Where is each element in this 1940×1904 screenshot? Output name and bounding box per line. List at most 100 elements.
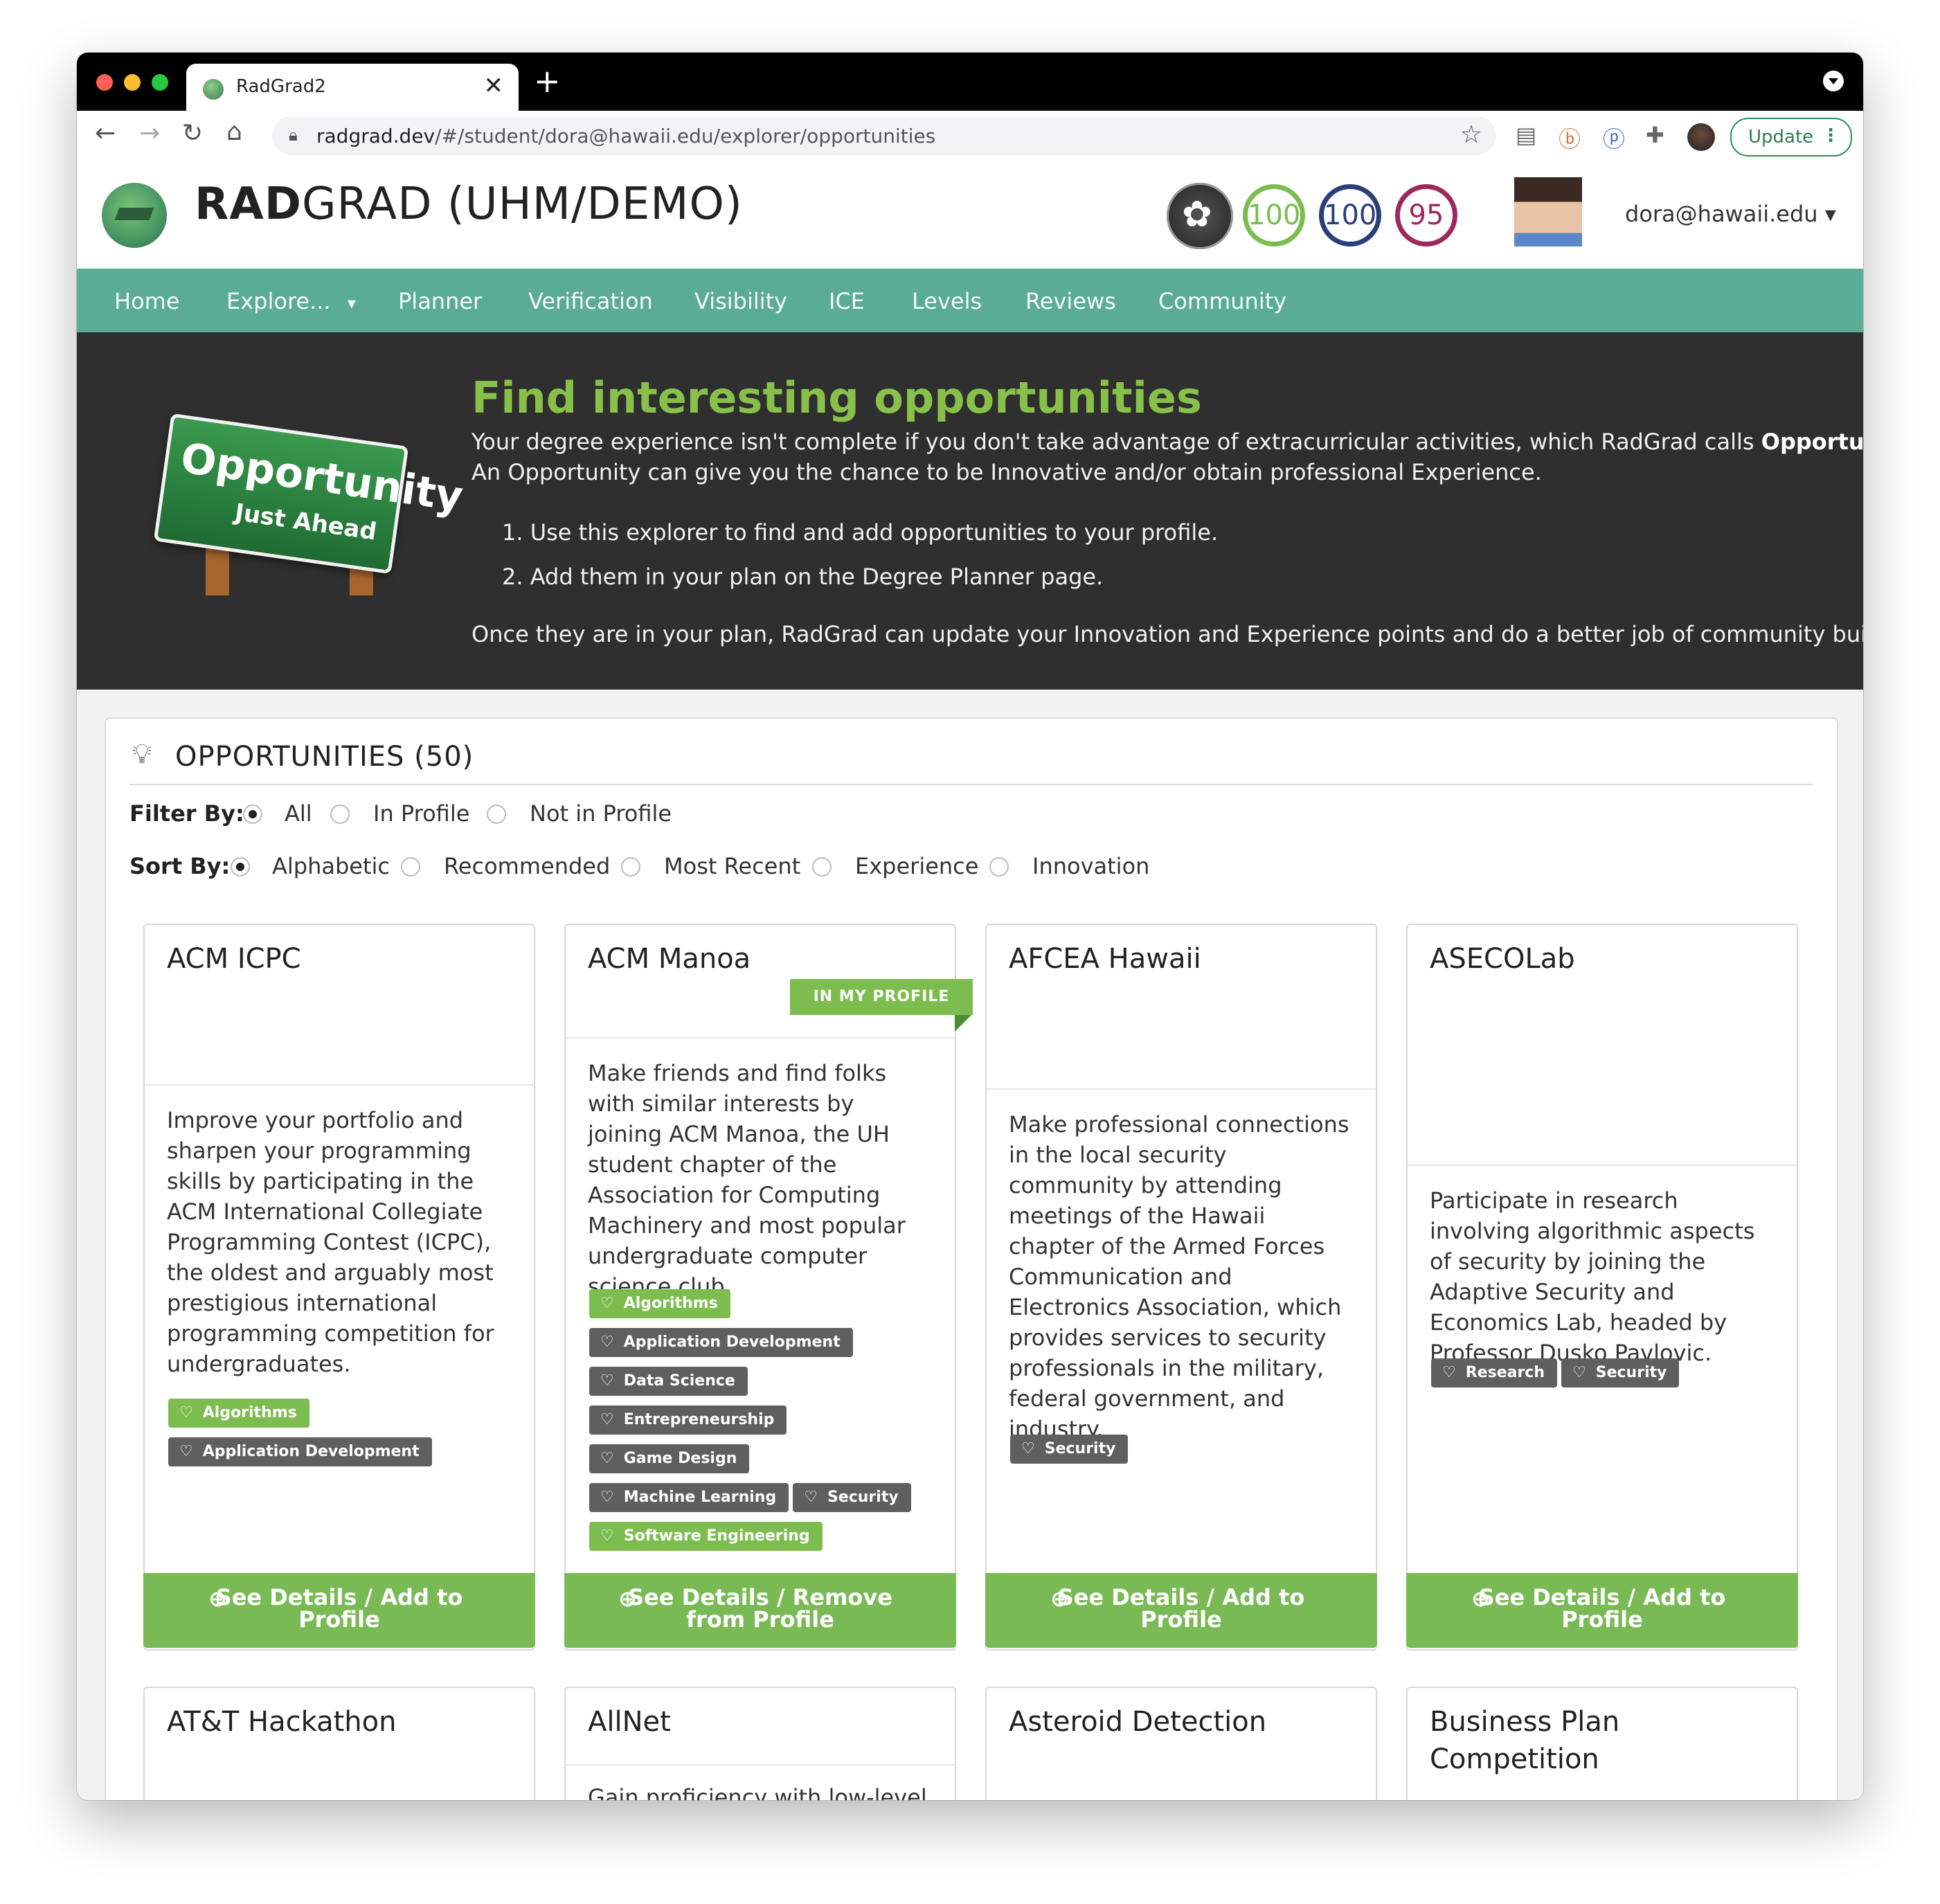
card-tags: ♡ Algorithms ♡ Application Development ♡ Da… <box>589 1289 949 1561</box>
filter-in-profile-label[interactable]: In Profile <box>373 800 469 827</box>
maximize-window-button[interactable] <box>152 74 168 91</box>
interest-tag[interactable]: ♡ Security <box>1010 1435 1129 1464</box>
opportunity-card: Asteroid Detection <box>985 1687 1377 1800</box>
sort-recommended-label[interactable]: Recommended <box>444 853 610 879</box>
filter-all-label[interactable]: All <box>285 800 312 827</box>
sort-label: Sort By: <box>129 853 231 879</box>
user-avatar[interactable] <box>1514 177 1582 246</box>
opportunity-sign-image: Opportunity Just Ahead <box>153 413 466 595</box>
interest-tag[interactable]: ♡ Application Development <box>589 1328 853 1357</box>
heart-icon: ♡ <box>600 1295 614 1312</box>
card-title[interactable]: ACM Manoa <box>588 940 751 978</box>
extension-password-icon[interactable]: ⓟ <box>1603 122 1625 154</box>
card-title[interactable]: AFCEA Hawaii <box>1009 940 1201 978</box>
sort-experience-radio[interactable] <box>812 857 832 877</box>
nav-reviews[interactable]: Reviews <box>1025 288 1116 314</box>
reload-icon[interactable]: ↻ <box>182 119 203 147</box>
sort-experience-label[interactable]: Experience <box>855 853 978 879</box>
nav-levels[interactable]: Levels <box>912 288 982 314</box>
radgrad-logo[interactable] <box>102 183 167 248</box>
card-title[interactable]: Asteroid Detection <box>1009 1703 1266 1741</box>
interest-tag[interactable]: ♡ Game Design <box>589 1444 750 1473</box>
in-my-profile-ribbon: IN MY PROFILE <box>790 979 973 1015</box>
lightbulb-icon: 💡︎ <box>132 738 152 770</box>
heart-icon: ♡ <box>600 1411 614 1428</box>
update-button[interactable]: Update ⋮ <box>1730 118 1852 156</box>
interest-tag[interactable]: ♡ Data Science <box>589 1367 748 1396</box>
card-title[interactable]: Business Plan Competition <box>1430 1703 1734 1778</box>
card-tags: ♡ Research ♡ Security <box>1431 1358 1791 1397</box>
card-title[interactable]: ACM ICPC <box>167 940 301 978</box>
nav-planner[interactable]: Planner <box>398 288 482 314</box>
interest-tag[interactable]: ♡ Security <box>793 1483 911 1512</box>
see-details-add-button[interactable]: ⊕ See Details / Add to Profile <box>143 1573 535 1648</box>
card-tags: ♡ Algorithms ♡ Application Development <box>168 1399 528 1476</box>
new-tab-button[interactable]: + <box>534 62 561 100</box>
sort-alphabetic-label[interactable]: Alphabetic <box>272 853 390 879</box>
see-details-add-button[interactable]: ⊕ See Details / Add to Profile <box>1406 1573 1798 1648</box>
sort-most-recent-radio[interactable] <box>621 857 640 877</box>
see-details-remove-button[interactable]: ⊕ See Details / Remove from Profile <box>564 1573 956 1648</box>
interest-tag[interactable]: ♡ Application Development <box>168 1437 432 1466</box>
interest-tag[interactable]: ♡ Research <box>1431 1358 1558 1387</box>
see-details-add-button[interactable]: ⊕ See Details / Add to Profile <box>985 1573 1377 1648</box>
competency-level-ring[interactable]: 100 <box>1319 184 1381 246</box>
filter-not-in-profile-label[interactable]: Not in Profile <box>530 800 672 827</box>
interest-tag[interactable]: ♡ Entrepreneurship <box>589 1405 787 1435</box>
close-window-button[interactable] <box>96 74 113 91</box>
nav-ice[interactable]: ICE <box>829 288 865 314</box>
ice-badge-icon[interactable]: ✿ <box>1167 183 1233 249</box>
nav-home[interactable]: Home <box>114 288 180 314</box>
hero-step-1: 1. Use this explorer to find and add opp… <box>502 519 1219 546</box>
heart-icon: ♡ <box>804 1489 818 1506</box>
sort-innovation-radio[interactable] <box>989 857 1009 877</box>
heart-icon: ♡ <box>600 1450 614 1467</box>
card-title[interactable]: AllNet <box>588 1703 671 1741</box>
browser-tab[interactable]: RadGrad2 ✕ <box>186 64 519 111</box>
sort-recommended-radio[interactable] <box>401 857 420 877</box>
filter-in-profile-radio[interactable] <box>330 805 350 824</box>
nav-verification[interactable]: Verification <box>528 288 653 314</box>
interest-tag[interactable]: ♡ Security <box>1561 1358 1680 1387</box>
chevron-down-icon: ▾ <box>1824 201 1836 227</box>
interest-tag[interactable]: ♡ Algorithms <box>589 1289 730 1318</box>
panel-header: 💡︎ OPPORTUNITIES (50) <box>129 738 1813 785</box>
browser-profile-avatar[interactable] <box>1687 123 1715 151</box>
close-tab-icon[interactable]: ✕ <box>484 72 504 100</box>
user-dropdown[interactable]: dora@hawaii.edu ▾ <box>1625 201 1836 227</box>
tab-search-icon[interactable] <box>1823 71 1844 91</box>
heart-icon: ♡ <box>600 1527 614 1545</box>
interest-tag[interactable]: ♡ Machine Learning <box>589 1483 789 1512</box>
experience-level-ring[interactable]: 95 <box>1395 184 1457 246</box>
address-bar[interactable]: 🔒︎ radgrad.dev/#/student/dora@hawaii.edu… <box>272 116 1496 155</box>
interest-tag[interactable]: ♡ Algorithms <box>168 1399 309 1428</box>
card-title[interactable]: AT&T Hackathon <box>167 1703 396 1741</box>
heart-icon: ♡ <box>600 1372 614 1390</box>
filter-not-in-profile-radio[interactable] <box>487 805 506 824</box>
sort-innovation-label[interactable]: Innovation <box>1032 853 1149 879</box>
card-title[interactable]: ASECOLab <box>1430 940 1575 978</box>
minimize-window-button[interactable] <box>124 74 141 91</box>
innovation-level-ring[interactable]: 100 <box>1243 184 1305 246</box>
card-description: Participate in research involving algori… <box>1430 1187 1755 1366</box>
hero-step-2: 2. Add them in your plan on the Degree P… <box>502 564 1104 590</box>
sort-most-recent-label[interactable]: Most Recent <box>664 853 800 879</box>
sort-alphabetic-radio[interactable] <box>231 857 250 877</box>
card-description: Make professional connections in the loc… <box>1009 1111 1349 1442</box>
nav-visibility[interactable]: Visibility <box>694 288 787 314</box>
arrow-right-icon[interactable]: → <box>139 119 160 147</box>
interest-tag[interactable]: ♡ Software Engineering <box>589 1522 823 1551</box>
home-icon[interactable]: ⌂ <box>226 118 242 146</box>
hero-paragraph-3: Once they are in your plan, RadGrad can … <box>471 621 1863 647</box>
extension-b-icon[interactable]: ⓑ <box>1559 122 1581 154</box>
filter-all-radio[interactable] <box>243 805 262 824</box>
card-description: Gain proficiency with low-level <box>588 1784 927 1800</box>
arrow-left-icon[interactable]: ← <box>95 119 116 147</box>
extensions-puzzle-icon[interactable]: ✚ <box>1646 122 1664 148</box>
reader-icon[interactable]: ▤ <box>1516 122 1536 148</box>
opportunities-panel: 💡︎ OPPORTUNITIES (50) Filter By: All In … <box>105 717 1838 1800</box>
opportunity-card: AT&T Hackathon <box>143 1687 535 1800</box>
nav-community[interactable]: Community <box>1158 288 1286 314</box>
nav-explore[interactable]: Explore... ▾ <box>226 288 356 314</box>
star-icon[interactable]: ☆ <box>1460 120 1482 149</box>
